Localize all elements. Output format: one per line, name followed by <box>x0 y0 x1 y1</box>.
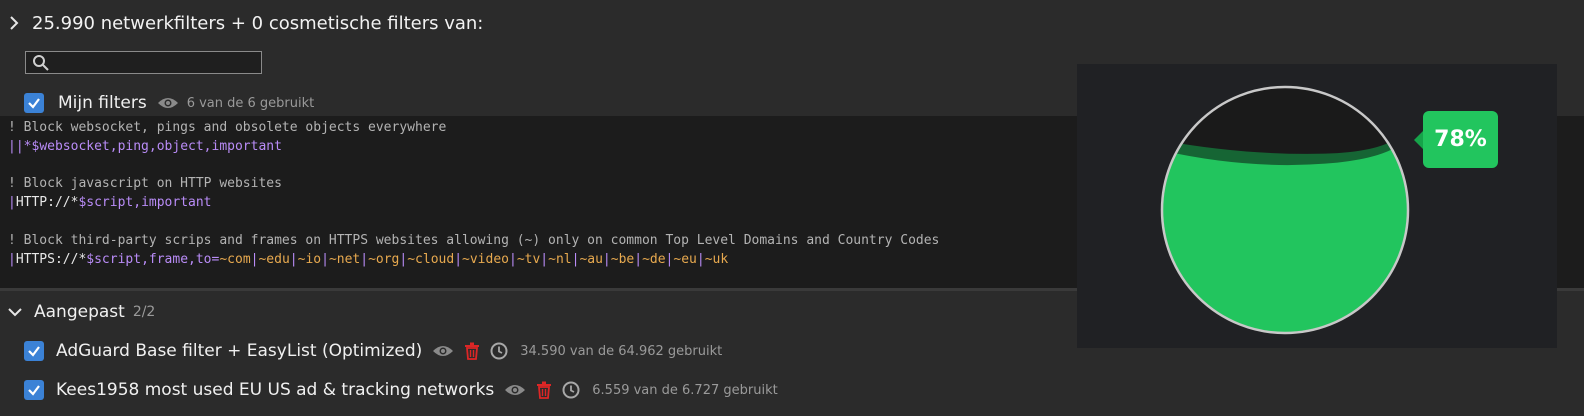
domain-separator: | <box>508 252 517 267</box>
gauge-percent-badge: 78% <box>1423 111 1498 168</box>
list-item: AdGuard Base filter + EasyList (Optimize… <box>24 339 722 363</box>
editor-line: ! Block websocket, pings and obsolete ob… <box>8 119 446 137</box>
rule-domain: ~video <box>462 252 509 267</box>
filter-summary[interactable]: 25.990 netwerkfilters + 0 cosmetische fi… <box>0 10 483 36</box>
group-label: Aangepast <box>34 302 125 322</box>
filter-summary-text: 25.990 netwerkfilters + 0 cosmetische fi… <box>32 12 484 34</box>
rule-options: script,frame,to= <box>94 252 220 267</box>
rule-domain: ~nl <box>548 252 572 267</box>
editor-line: |HTTP://*$script,important <box>8 194 212 212</box>
search-input[interactable] <box>54 52 254 73</box>
domain-separator: | <box>602 252 611 267</box>
trash-icon[interactable] <box>536 381 552 399</box>
trash-icon[interactable] <box>464 342 480 360</box>
rule-domain: ~edu <box>258 252 290 267</box>
eye-icon[interactable] <box>157 96 179 110</box>
list-item-label[interactable]: AdGuard Base filter + EasyList (Optimize… <box>56 341 422 361</box>
rule-option-separator: $ <box>86 252 95 267</box>
domain-separator: | <box>321 252 329 267</box>
list-item-checkbox[interactable] <box>24 341 44 361</box>
rule-domain: ~org <box>368 252 400 267</box>
list-item: Kees1958 most used EU US ad & tracking n… <box>24 378 778 402</box>
rule-domain: ~tv <box>516 252 541 267</box>
list-item-count: 6.559 van de 6.727 gebruikt <box>592 382 778 398</box>
eye-icon[interactable] <box>504 383 526 397</box>
rule-domain: ~be <box>610 252 635 267</box>
rule-domain: ~cloud <box>407 252 455 267</box>
rule-anchor: | <box>8 252 16 267</box>
domain-separator: | <box>540 252 549 267</box>
rule-options: websocket,ping,object,important <box>39 139 282 154</box>
clock-icon[interactable] <box>490 342 508 360</box>
domain-separator: | <box>634 252 643 267</box>
clock-icon[interactable] <box>562 381 580 399</box>
domain-separator: | <box>289 252 298 267</box>
chevron-down-icon[interactable] <box>4 301 26 323</box>
rule-domain: ~uk <box>704 252 729 267</box>
editor-comment: ! Block websocket, pings and obsolete ob… <box>8 120 447 135</box>
checkmark-icon <box>28 98 40 109</box>
checkmark-icon <box>28 385 40 396</box>
my-filters-label[interactable]: Mijn filters <box>58 93 147 113</box>
editor-line: |HTTPS://*$script,frame,to=~com|~edu|~io… <box>8 251 728 269</box>
my-filters-checkbox[interactable] <box>24 93 44 113</box>
rule-pattern: HTTPS:// <box>15 252 79 267</box>
search-field[interactable] <box>25 51 262 74</box>
rule-domain: ~eu <box>673 252 697 267</box>
rule-domain: ~com <box>219 252 251 267</box>
list-item-label[interactable]: Kees1958 most used EU US ad & tracking n… <box>56 380 494 400</box>
rule-anchor: || <box>8 139 24 154</box>
group-count: 2/2 <box>132 304 156 320</box>
list-item-count: 34.590 van de 64.962 gebruikt <box>520 343 723 359</box>
rule-domain: ~net <box>328 252 361 267</box>
domain-separator: | <box>360 252 369 267</box>
domain-separator: | <box>696 252 705 267</box>
editor-comment: ! Block third-party scrips and frames on… <box>8 233 940 248</box>
group-aangepast[interactable]: Aangepast 2/2 <box>0 300 155 324</box>
domain-separator: | <box>454 252 463 267</box>
list-item-checkbox[interactable] <box>24 380 44 400</box>
rule-anchor: | <box>8 195 16 210</box>
rule-options: script,important <box>86 195 212 210</box>
usage-gauge-panel <box>1077 64 1557 348</box>
usage-gauge <box>1160 85 1410 335</box>
my-filters-count: 6 van de 6 gebruikt <box>186 95 315 111</box>
my-filters-row: Mijn filters 6 van de 6 gebruikt <box>24 92 314 114</box>
editor-line: ||*$websocket,ping,object,important <box>8 138 282 156</box>
rule-pattern: HTTP:// <box>15 195 71 210</box>
rule-domain: ~io <box>297 252 322 267</box>
rule-domain: ~de <box>642 252 666 267</box>
editor-comment: ! Block javascript on HTTP websites <box>8 176 282 191</box>
eye-icon[interactable] <box>432 344 454 358</box>
search-icon <box>33 55 49 71</box>
rule-domain: ~au <box>579 252 603 267</box>
editor-line: ! Block javascript on HTTP websites <box>8 175 282 193</box>
editor-line: ! Block third-party scrips and frames on… <box>8 232 939 250</box>
chevron-right-icon[interactable] <box>4 12 26 34</box>
checkmark-icon <box>28 346 40 357</box>
my-filters-editor[interactable]: ! Block websocket, pings and obsolete ob… <box>0 116 1078 288</box>
